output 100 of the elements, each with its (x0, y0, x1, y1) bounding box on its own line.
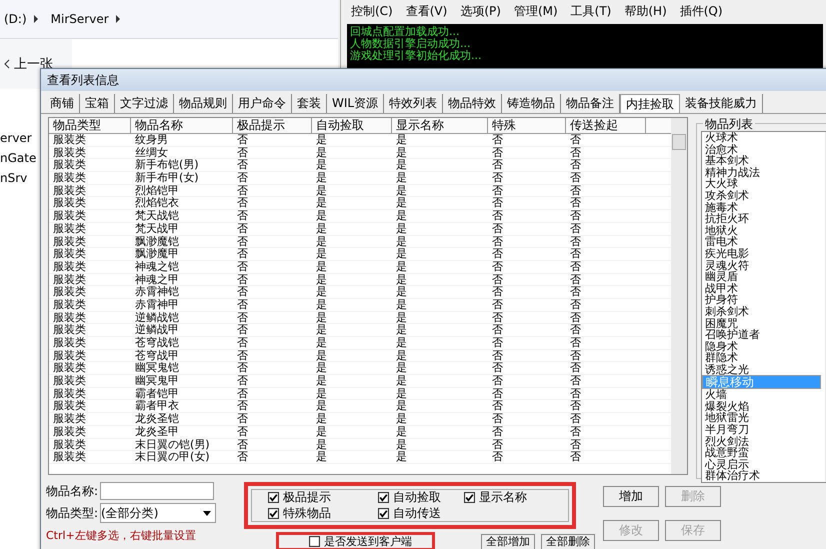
chevron-left-icon (4, 59, 10, 69)
menu-item[interactable]: 帮助(H) (624, 3, 667, 19)
list-item[interactable]: 雷电术 (702, 236, 808, 248)
list-item[interactable]: 疾光电影 (702, 248, 808, 260)
menu-item[interactable]: 控制(C) (351, 3, 393, 19)
table-cell-text: 否 (491, 222, 504, 234)
checkbox-icon[interactable] (378, 492, 389, 503)
table-cell-text: 服装类 (52, 286, 87, 298)
list-item[interactable]: 攻杀剑术 (702, 190, 808, 202)
list-item[interactable]: 刺杀剑术 (702, 306, 808, 318)
table-cell-text: 否 (569, 426, 582, 438)
table-cell-text: 梵天战铠 (134, 210, 180, 222)
checkbox-icon[interactable] (378, 508, 389, 519)
menu-item[interactable]: 管理(M) (514, 3, 558, 19)
column-header[interactable]: 极品提示 (233, 118, 312, 133)
table-cell-text: 是 (395, 413, 408, 425)
action-button[interactable]: 增加 (603, 486, 659, 507)
table-cell-text: 服装类 (52, 298, 87, 311)
tab[interactable]: 内挂捡取 (620, 94, 680, 113)
breadcrumb-item[interactable]: MirServer (50, 12, 109, 26)
log-line: 游戏处理引擎初始化成功... (350, 50, 482, 62)
list-item[interactable]: 隐身术 (702, 340, 808, 352)
breadcrumb-item[interactable]: (D:) (4, 12, 27, 26)
list-item[interactable]: 治愈术 (702, 144, 808, 156)
table-cell-text: 否 (569, 413, 582, 425)
list-item[interactable]: 大火球 (702, 178, 808, 190)
column-header[interactable]: 物品名称 (131, 118, 233, 133)
menu-item[interactable]: 选项(P) (460, 3, 501, 19)
table-cell-text: 纹身男 (134, 134, 169, 146)
table-cell-text: 服装类 (52, 134, 87, 146)
list-item[interactable]: 精神力战法 (702, 166, 808, 178)
table-cell-text: 否 (569, 146, 582, 158)
list-item[interactable]: 火墙 (702, 389, 808, 401)
table-cell-text: 否 (236, 197, 249, 210)
table-cell-text: 是 (395, 400, 408, 412)
table-cell-text: 是 (395, 362, 408, 374)
table-cell-text: 否 (491, 350, 504, 362)
column-header[interactable]: 显示名称 (392, 118, 488, 133)
list-item[interactable]: 群体治疗术 (702, 470, 808, 482)
menu-item[interactable]: 插件(Q) (680, 3, 723, 19)
table-cell-text: 是 (395, 260, 408, 273)
table-cell-text: 是 (315, 210, 328, 222)
scrollbar[interactable] (671, 118, 687, 474)
column-header[interactable]: 特殊 (488, 118, 566, 133)
list-item[interactable]: 诱惑之光 (702, 364, 808, 376)
table-cell-text: 否 (491, 274, 504, 286)
bulk-button[interactable]: 全部删除 (541, 534, 595, 549)
list-item[interactable]: 召唤护道者 (702, 329, 808, 341)
table-cell-text: 是 (315, 312, 328, 324)
table-cell-text: 服装类 (52, 274, 87, 286)
list-item[interactable]: 灵魂火符 (702, 260, 808, 272)
list-item[interactable]: 幽灵盾 (702, 271, 808, 283)
column-header[interactable]: 传送捡起 (566, 118, 646, 133)
bulk-button[interactable]: 全部增加 (481, 534, 535, 549)
table-cell-text: 否 (491, 146, 504, 158)
table-cell-text: 否 (236, 274, 249, 286)
menu-item[interactable]: 查看(V) (406, 3, 448, 19)
input-field[interactable] (100, 482, 214, 500)
table-cell-text: 神魂之甲 (134, 274, 180, 286)
checkbox[interactable]: 特殊物品 (268, 506, 378, 521)
table-cell-text: 服装类 (52, 260, 87, 273)
table-cell-text: 新手布铠(男) (134, 159, 200, 172)
list-item[interactable]: 战甲术 (702, 282, 808, 294)
list-item[interactable]: 施毒术 (702, 202, 808, 214)
checkbox[interactable]: 自动捡取 (378, 490, 464, 505)
column-header[interactable]: 自动捡取 (312, 118, 392, 133)
checkbox-icon[interactable] (268, 492, 279, 503)
table-cell-text: 否 (491, 286, 504, 298)
checkbox-icon[interactable] (309, 536, 320, 547)
checkbox[interactable]: 自动传送 (378, 506, 464, 521)
list-item[interactable]: 护身符 (702, 294, 808, 306)
log-line: 人物数据引擎启动成功... (350, 38, 472, 50)
list-item[interactable]: 群隐术 (702, 352, 808, 364)
table-cell-text: 否 (491, 375, 504, 387)
checkbox-icon[interactable] (268, 508, 279, 519)
list-item[interactable]: 心灵启示 (702, 458, 808, 470)
list-item[interactable]: 困魔咒 (702, 318, 808, 330)
list-item[interactable]: 半月弯刀 (702, 424, 808, 436)
list-item[interactable]: 战意野蛮 (702, 447, 808, 459)
list-item[interactable]: 抗拒火环 (702, 213, 808, 225)
table-cell-text: 否 (569, 210, 582, 222)
table-cell-text: 烈焰铠衣 (134, 197, 180, 210)
checkbox-icon[interactable] (464, 492, 475, 503)
checkbox[interactable]: 是否发送到客户端 (276, 532, 435, 549)
table-cell-text: 否 (569, 438, 582, 450)
menu-item[interactable]: 工具(T) (570, 3, 612, 19)
type-dropdown[interactable]: (全部分类) (100, 503, 216, 523)
list-item[interactable]: 地狱雷光 (702, 412, 808, 424)
checkbox[interactable]: 显示名称 (464, 490, 554, 505)
list-item[interactable]: 烈火剑法 (702, 436, 808, 448)
list-item[interactable]: 火球术 (702, 132, 808, 144)
list-item[interactable]: 爆裂火焰 (702, 400, 808, 412)
list-item[interactable]: 基本剑术 (702, 155, 808, 167)
table-cell-text: 服装类 (52, 197, 87, 210)
table-cell-text: 是 (395, 286, 408, 298)
list-item[interactable]: 地狱火 (702, 224, 808, 236)
column-header[interactable]: 物品类型 (49, 118, 131, 133)
table-cell-text: 新手布甲(女) (134, 172, 200, 184)
table-cell-text: 否 (569, 236, 582, 248)
checkbox[interactable]: 极品提示 (268, 490, 378, 505)
